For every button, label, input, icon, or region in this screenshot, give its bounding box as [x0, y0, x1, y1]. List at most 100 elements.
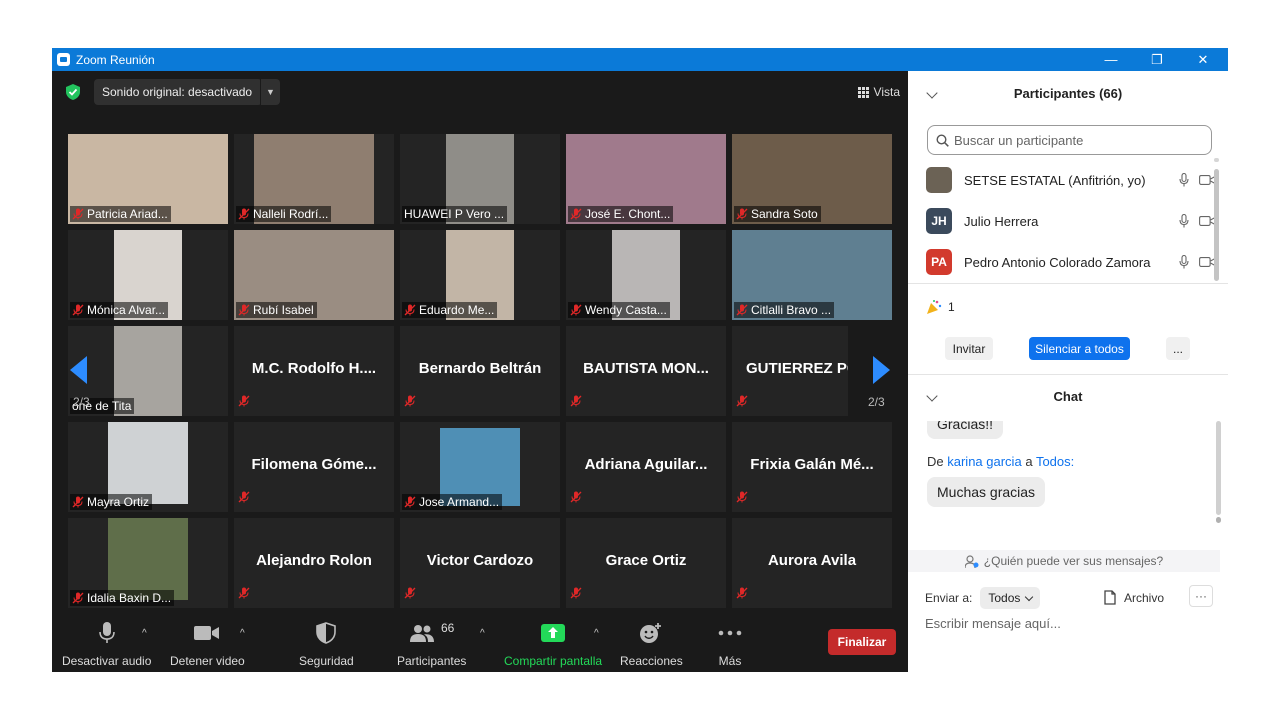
avatar: JH: [926, 208, 952, 234]
participant-tile[interactable]: Eduardo Me...: [400, 230, 560, 320]
participant-tile[interactable]: Aurora Avila: [732, 518, 892, 608]
more-button[interactable]: Más: [718, 620, 742, 668]
mute-audio-button[interactable]: Desactivar audio: [62, 620, 151, 668]
audio-options-caret[interactable]: ^: [142, 628, 147, 639]
chat-recipient-name: Todos: [1035, 454, 1071, 469]
participant-tile[interactable]: José E. Chont...: [566, 134, 726, 224]
muted-microphone-icon: [570, 587, 582, 599]
microphone-icon[interactable]: [1179, 255, 1189, 269]
previous-page-arrow-icon[interactable]: [70, 356, 88, 384]
security-button[interactable]: Seguridad: [299, 620, 354, 668]
restore-button[interactable]: ❐: [1134, 48, 1180, 71]
send-to-row: Enviar a: Todos: [925, 587, 1041, 609]
chat-message-input[interactable]: [925, 616, 1215, 631]
muted-indicator: [736, 490, 748, 508]
microphone-icon[interactable]: [1179, 173, 1189, 187]
more-dots-icon: [718, 630, 742, 636]
participant-tile[interactable]: Idalia Baxin D...: [68, 518, 228, 608]
who-can-see-messages-link[interactable]: ¿Quién puede ver sus mensajes?: [908, 550, 1220, 572]
participant-tile[interactable]: Victor Cardozo: [400, 518, 560, 608]
share-screen-button[interactable]: Compartir pantalla: [504, 620, 602, 668]
encryption-shield-icon[interactable]: [66, 84, 80, 100]
participant-row[interactable]: JH Julio Herrera: [926, 207, 1216, 235]
participant-tile[interactable]: Sandra Soto: [732, 134, 892, 224]
participant-search-input[interactable]: [954, 132, 1194, 148]
next-page-arrow-icon[interactable]: [872, 356, 890, 384]
chat-scroll-down[interactable]: [1216, 517, 1221, 523]
window-title: Zoom Reunión: [76, 52, 155, 67]
title-bar: Zoom Reunión — ❐ ✕: [52, 48, 1228, 71]
participant-tile[interactable]: Citlalli Bravo ...: [732, 230, 892, 320]
chat-to-word: a: [1025, 454, 1033, 469]
participants-scroll-up[interactable]: [1214, 158, 1219, 162]
invite-button[interactable]: Invitar: [945, 337, 993, 360]
participant-tile[interactable]: Patricia Ariad...: [68, 134, 228, 224]
chat-sender-name[interactable]: karina garcia: [947, 454, 1021, 469]
muted-indicator: [736, 394, 748, 412]
participants-count: 66: [441, 621, 455, 635]
participants-button[interactable]: 66 Participantes: [397, 620, 466, 668]
participant-tile[interactable]: Jose Armand...: [400, 422, 560, 512]
avatar: [926, 167, 952, 193]
file-button[interactable]: Archivo: [1104, 590, 1164, 605]
chat-more-button[interactable]: ···: [1189, 585, 1213, 607]
view-button[interactable]: Vista: [857, 81, 900, 103]
chat-message-bubble: Gracias!!: [927, 421, 1004, 439]
participant-name-label: José E. Chont...: [568, 206, 674, 222]
participant-tile[interactable]: one de Tita: [68, 326, 228, 416]
close-button[interactable]: ✕: [1180, 48, 1226, 71]
participant-row-name: Julio Herrera: [964, 213, 1039, 229]
participant-tile[interactable]: Wendy Casta...: [566, 230, 726, 320]
participant-tile[interactable]: Mónica Alvar...: [68, 230, 228, 320]
participant-name: Victor Cardozo: [426, 552, 534, 569]
muted-microphone-icon: [72, 304, 84, 316]
participant-tile[interactable]: Nalleli Rodrí...: [234, 134, 394, 224]
participant-tile[interactable]: GUTIERREZ PC: [732, 326, 848, 416]
muted-microphone-icon: [736, 208, 748, 220]
original-sound-button[interactable]: Sonido original: desactivado: [94, 79, 262, 105]
muted-microphone-icon: [72, 208, 84, 220]
chevron-down-icon: [1025, 592, 1034, 601]
participant-row[interactable]: PA Pedro Antonio Colorado Zamora: [926, 248, 1216, 276]
participant-name: Wendy Casta...: [585, 303, 667, 317]
muted-microphone-icon: [404, 587, 416, 599]
muted-microphone-icon: [72, 592, 84, 604]
stop-video-button[interactable]: Detener video: [170, 620, 245, 668]
end-meeting-button[interactable]: Finalizar: [828, 629, 896, 655]
participants-more-button[interactable]: ...: [1166, 337, 1190, 360]
muted-microphone-icon: [72, 496, 84, 508]
participant-search-box[interactable]: [927, 125, 1212, 155]
participant-name: Rubí Isabel: [253, 303, 314, 317]
participant-tile[interactable]: HUAWEI P Vero ...: [400, 134, 560, 224]
participant-tile[interactable]: Alejandro Rolon: [234, 518, 394, 608]
minimize-button[interactable]: —: [1088, 48, 1134, 71]
participant-name-label: Citlalli Bravo ...: [734, 302, 835, 318]
participant-tile[interactable]: Filomena Góme...: [234, 422, 394, 512]
reaction-summary: 1: [926, 299, 955, 315]
participant-row[interactable]: SETSE ESTATAL (Anfitrión, yo): [926, 166, 1216, 194]
microphone-icon[interactable]: [1179, 214, 1189, 228]
muted-indicator: [238, 394, 250, 412]
muted-indicator: [404, 394, 416, 412]
participant-tile[interactable]: Adriana Aguilar...: [566, 422, 726, 512]
video-options-caret[interactable]: ^: [240, 628, 245, 639]
muted-microphone-icon: [238, 587, 250, 599]
participant-tile[interactable]: Rubí Isabel: [234, 230, 394, 320]
participant-tile[interactable]: BAUTISTA MON...: [566, 326, 726, 416]
participant-row-icons: [1179, 214, 1216, 228]
original-sound-dropdown[interactable]: ▼: [260, 79, 280, 105]
participant-tile[interactable]: Bernardo Beltrán: [400, 326, 560, 416]
muted-microphone-icon: [238, 208, 250, 220]
participant-tile[interactable]: Mayra Ortiz: [68, 422, 228, 512]
mute-all-button[interactable]: Silenciar a todos: [1029, 337, 1130, 360]
participant-tile[interactable]: Frixia Galán Mé...: [732, 422, 892, 512]
reactions-button[interactable]: Reacciones: [620, 620, 683, 668]
participants-scrollbar[interactable]: [1214, 169, 1219, 281]
participants-options-caret[interactable]: ^: [480, 628, 485, 639]
send-to-dropdown[interactable]: Todos: [980, 587, 1041, 609]
participant-row-icons: [1179, 173, 1216, 187]
participant-tile[interactable]: Grace Ortiz: [566, 518, 726, 608]
chat-scrollbar[interactable]: [1216, 421, 1221, 515]
share-options-caret[interactable]: ^: [594, 628, 599, 639]
participant-tile[interactable]: M.C. Rodolfo H....: [234, 326, 394, 416]
